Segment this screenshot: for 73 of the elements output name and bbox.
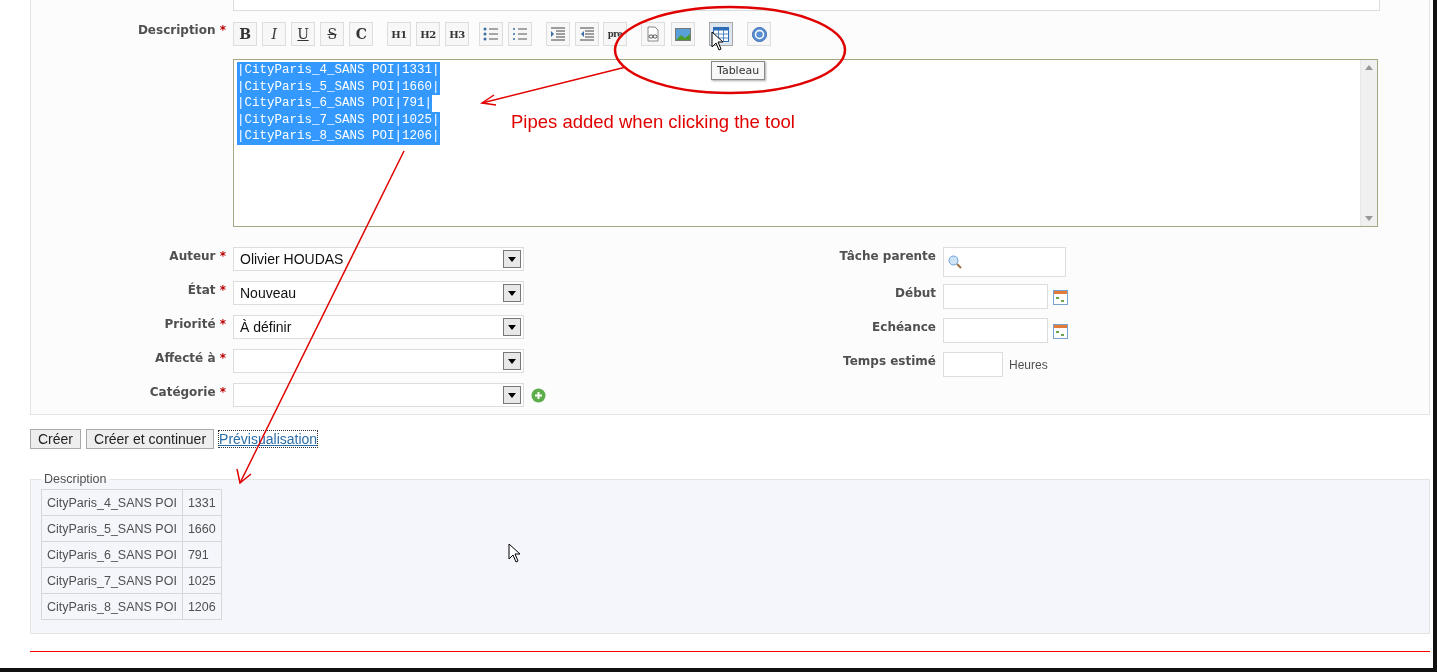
format-button[interactable]: B: [233, 22, 257, 46]
calendar-icon[interactable]: [1053, 290, 1068, 305]
select-field[interactable]: À définir: [233, 315, 524, 339]
select-field[interactable]: Olivier HOUDAS: [233, 247, 524, 271]
indent-button[interactable]: [546, 22, 570, 46]
search-field[interactable]: [943, 247, 1066, 277]
date-field[interactable]: [943, 318, 1048, 343]
select-field[interactable]: [233, 383, 524, 407]
table-cell: 1206: [182, 593, 222, 620]
caret-icon: [508, 290, 516, 296]
select-field[interactable]: [233, 349, 524, 373]
field-label: Catégorie *: [148, 384, 227, 399]
link-document-icon: [646, 26, 660, 42]
bullet-list-icon: [483, 27, 499, 41]
outdent-button[interactable]: [575, 22, 599, 46]
format-button[interactable]: S: [320, 22, 344, 46]
field-label: Tâche parente: [838, 248, 937, 263]
image-icon: [675, 27, 691, 41]
field-label: Description *: [136, 22, 227, 39]
format-button[interactable]: U: [291, 22, 315, 46]
scrollbar[interactable]: [1360, 60, 1377, 226]
caret-icon: [508, 256, 516, 262]
number-field[interactable]: [943, 352, 1003, 377]
field-label: État *: [186, 281, 227, 297]
format-button[interactable]: H1: [387, 22, 411, 46]
table-cell: CityParis_5_SANS POI: [41, 515, 183, 542]
numbered-list-icon: [512, 27, 528, 41]
outdent-icon: [579, 27, 595, 41]
link-document-button[interactable]: [641, 22, 665, 46]
select-field[interactable]: Nouveau: [233, 281, 524, 305]
numbered-list-button[interactable]: [508, 22, 532, 46]
format-button[interactable]: pre: [603, 22, 627, 46]
table-cell: CityParis_8_SANS POI: [41, 593, 183, 620]
calendar-icon[interactable]: [1053, 324, 1068, 339]
format-button[interactable]: C: [349, 22, 373, 46]
scroll-up-icon[interactable]: [1365, 65, 1373, 70]
table-cell: 1660: [182, 515, 222, 542]
caret-icon: [508, 324, 516, 330]
table-cell: CityParis_7_SANS POI: [41, 567, 183, 594]
caret-icon: [508, 358, 516, 364]
date-field[interactable]: [943, 284, 1048, 309]
field-label: Début: [894, 285, 937, 300]
mouse-cursor-icon: [508, 543, 521, 563]
table-cell: 1331: [182, 489, 222, 516]
field-label: Auteur *: [168, 248, 227, 263]
add-icon[interactable]: [531, 388, 546, 403]
field-label: Echéance: [871, 319, 937, 334]
scroll-down-icon[interactable]: [1365, 216, 1373, 221]
help-button[interactable]: [747, 22, 771, 46]
submit-button[interactable]: Créer et continuer: [86, 429, 215, 449]
format-button[interactable]: I: [262, 22, 286, 46]
preview-legend: Description: [41, 472, 110, 486]
format-button[interactable]: H2: [416, 22, 440, 46]
submit-button[interactable]: Créer: [30, 429, 81, 449]
table-cell: 791: [182, 541, 222, 568]
format-button[interactable]: H3: [445, 22, 469, 46]
field-label: Affecté à *: [154, 350, 227, 365]
unit-label: Heures: [1009, 358, 1048, 372]
annotation-text: Pipes added when clicking the tool: [511, 111, 795, 133]
bullet-list-button[interactable]: [479, 22, 503, 46]
search-icon: [948, 255, 962, 269]
table-cell: CityParis_4_SANS POI: [41, 489, 183, 516]
help-icon: [751, 26, 767, 42]
tooltip: Tableau: [711, 61, 766, 80]
caret-icon: [508, 392, 516, 398]
table-cell: CityParis_6_SANS POI: [41, 541, 183, 568]
image-button[interactable]: [671, 22, 695, 46]
table-cell: 1025: [182, 567, 222, 594]
subject-field[interactable]: [233, 0, 1380, 11]
field-label: Priorité *: [163, 316, 227, 331]
field-label: Temps estimé: [842, 353, 937, 368]
mouse-cursor-icon: [711, 31, 724, 51]
indent-icon: [550, 27, 566, 41]
